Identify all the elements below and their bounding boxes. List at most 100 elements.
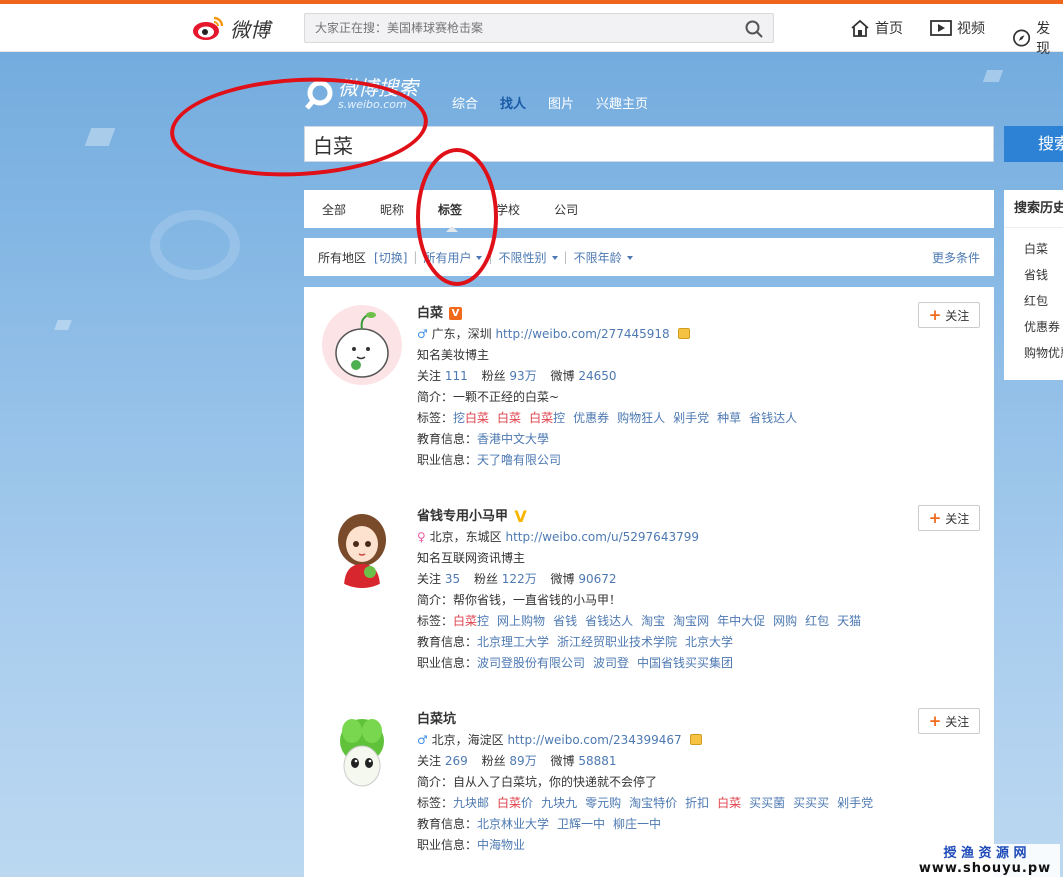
filter-separator: | [563,250,568,264]
history-item[interactable]: 红包 [1004,288,1063,314]
tag-link[interactable]: 白菜 [497,411,521,425]
more-conditions-link[interactable]: 更多条件 [932,249,980,266]
tab-people[interactable]: 找人 [500,93,526,112]
user-name[interactable]: 省钱专用小马甲 [417,506,508,527]
fans-count[interactable]: 93万 [509,369,536,383]
stat-label: 微博 [550,754,575,768]
follow-count[interactable]: 35 [445,572,460,586]
follow-count[interactable]: 111 [445,369,468,383]
tag-link[interactable]: 购物狂人 [617,411,665,425]
filter-gender[interactable]: 不限性别 [499,249,558,266]
history-item[interactable]: 购物优惠 [1004,340,1063,366]
tag-link[interactable]: 优惠券 [573,411,609,425]
tag-link[interactable]: 省钱达人 [585,614,633,628]
history-item[interactable]: 省钱 [1004,262,1063,288]
tab-interests[interactable]: 兴趣主页 [596,93,648,112]
filter-separator: | [413,250,418,264]
tag-link[interactable]: 年中大促 [717,614,765,628]
fans-count[interactable]: 89万 [509,754,536,768]
tag-link[interactable]: 省钱 [553,614,577,628]
edu-link[interactable]: 卫辉一中 [557,817,605,831]
job-link[interactable]: 波司登 [593,656,629,670]
tag-link[interactable]: 挖白菜 [453,411,489,425]
edu-link[interactable]: 浙江经贸职业技术学院 [557,635,677,649]
tags-label: 标签： [417,796,454,810]
edu-link[interactable]: 柳庄一中 [613,817,661,831]
tag-link[interactable]: 种草 [717,411,741,425]
user-url[interactable]: http://weibo.com/277445918 [495,327,669,341]
search-icon[interactable] [745,20,763,38]
tag-link[interactable]: 白菜控 [529,411,565,425]
type-tab-all[interactable]: 全部 [322,201,346,218]
edu-link[interactable]: 香港中文大學 [477,432,549,446]
tag-link[interactable]: 网上购物 [497,614,545,628]
fans-count[interactable]: 122万 [502,572,537,586]
filter-age[interactable]: 不限年龄 [574,249,633,266]
tag-link[interactable]: 零元购 [585,796,621,810]
job-link[interactable]: 中海物业 [477,838,525,852]
tag-link[interactable]: 白菜 [717,796,741,810]
stat-label: 粉丝 [481,369,506,383]
tag-link[interactable]: 九块邮 [453,796,489,810]
user-name[interactable]: 白菜 [417,303,443,324]
follow-button[interactable]: + 关注 [918,302,980,328]
tag-link[interactable]: 剁手党 [837,796,873,810]
card-icon[interactable] [689,734,702,745]
job-link[interactable]: 波司登股份有限公司 [477,656,585,670]
nav-video[interactable]: 视频 [930,18,985,38]
weibo-logo[interactable]: 微博 [192,13,270,43]
nav-discover-label: 发现 [1036,21,1051,57]
type-tab-school[interactable]: 学校 [496,201,520,218]
user-results: 白菜 V ♂ 广东，深圳 http://weibo.com/277445918 … [304,287,994,877]
follow-button[interactable]: + 关注 [918,505,980,531]
search-button[interactable]: 搜索 [1004,126,1063,162]
tag-link[interactable]: 买买买 [793,796,829,810]
edu-link[interactable]: 北京大学 [685,635,733,649]
user-name[interactable]: 白菜坑 [417,709,456,730]
tag-link[interactable]: 红包 [805,614,829,628]
tab-images[interactable]: 图片 [548,93,574,112]
user-info: 白菜 V ♂ 广东，深圳 http://weibo.com/277445918 … [417,303,897,471]
tab-all[interactable]: 综合 [452,93,478,112]
tag-link[interactable]: 折扣 [685,796,709,810]
tag-link[interactable]: 九块九 [541,796,577,810]
tag-link[interactable]: 天猫 [837,614,861,628]
user-url[interactable]: http://weibo.com/234399467 [507,733,681,747]
history-item[interactable]: 白菜 [1004,236,1063,262]
type-tab-company[interactable]: 公司 [554,201,578,218]
stat-label: 微博 [550,572,575,586]
weibo-count[interactable]: 58881 [578,754,616,768]
nav-discover[interactable]: 发现 [1012,18,1063,58]
top-search-input[interactable] [305,14,725,42]
tag-link[interactable]: 淘宝特价 [629,796,677,810]
tag-link[interactable]: 买买菌 [749,796,785,810]
job-link[interactable]: 天了噜有限公司 [477,453,561,467]
edu-link[interactable]: 北京理工大学 [477,635,549,649]
follow-count[interactable]: 269 [445,754,468,768]
history-item[interactable]: 优惠券 [1004,314,1063,340]
user-name-row: 白菜坑 [417,709,897,730]
user-stats: 关注 269 粉丝 89万 微博 58881 [417,751,897,772]
avatar[interactable] [322,508,402,588]
avatar[interactable] [322,305,402,385]
people-type-tabs: 全部 昵称 标签 学校 公司 [304,190,994,232]
card-icon[interactable] [677,328,690,339]
avatar[interactable] [322,711,402,791]
nav-home[interactable]: 首页 [850,18,903,38]
tag-link[interactable]: 白菜价 [497,796,533,810]
job-link[interactable]: 中国省钱买买集团 [637,656,733,670]
user-location-row: ♀ 北京，东城区 http://weibo.com/u/5297643799 [417,527,897,548]
edu-link[interactable]: 北京林业大学 [477,817,549,831]
user-url[interactable]: http://weibo.com/u/5297643799 [505,530,699,544]
filter-region-switch[interactable]: [切换] [374,249,407,266]
tag-link[interactable]: 淘宝 [641,614,665,628]
tag-link[interactable]: 剁手党 [673,411,709,425]
tag-link[interactable]: 白菜控 [453,614,489,628]
type-tab-nickname[interactable]: 昵称 [380,201,404,218]
weibo-count[interactable]: 24650 [578,369,616,383]
tag-link[interactable]: 省钱达人 [749,411,797,425]
tag-link[interactable]: 网购 [773,614,797,628]
weibo-count[interactable]: 90672 [578,572,616,586]
follow-button[interactable]: + 关注 [918,708,980,734]
tag-link[interactable]: 淘宝网 [673,614,709,628]
